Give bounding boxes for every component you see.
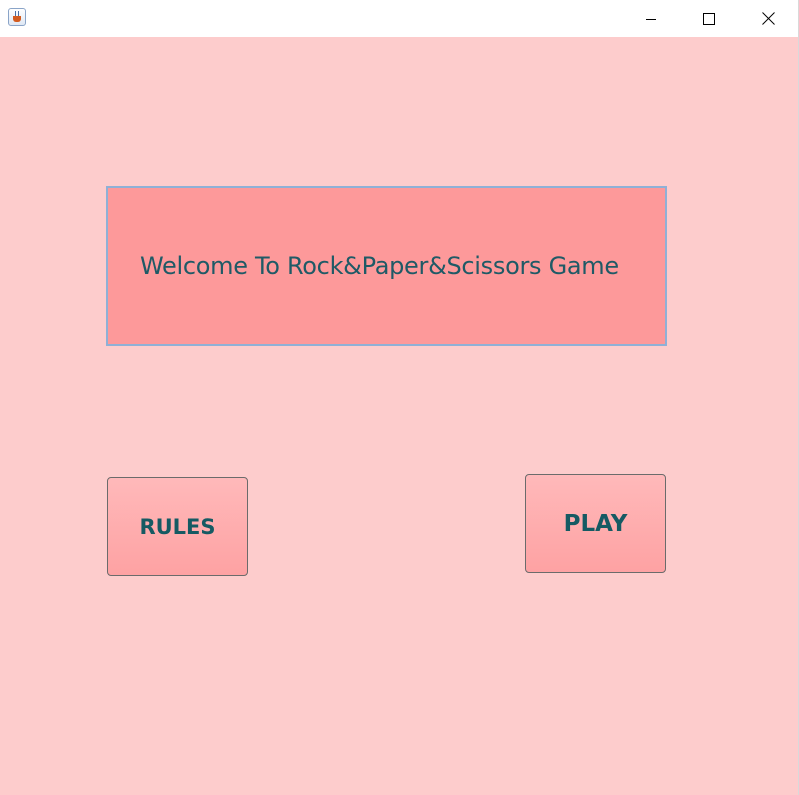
maximize-icon <box>703 12 715 25</box>
close-button[interactable] <box>739 0 797 37</box>
welcome-text: Welcome To Rock&Paper&Scissors Game <box>140 252 619 280</box>
minimize-icon <box>646 18 656 20</box>
maximize-button[interactable] <box>680 0 738 37</box>
minimize-button[interactable] <box>622 0 680 37</box>
title-bar[interactable] <box>0 0 798 37</box>
play-button[interactable]: PLAY <box>525 474 666 573</box>
game-menu-panel: Welcome To Rock&Paper&Scissors Game RULE… <box>0 37 798 795</box>
app-window: Welcome To Rock&Paper&Scissors Game RULE… <box>0 0 799 795</box>
java-cup-icon <box>13 16 21 22</box>
java-app-icon[interactable] <box>8 8 26 26</box>
rules-button[interactable]: RULES <box>107 477 248 576</box>
close-icon <box>761 12 775 25</box>
welcome-banner: Welcome To Rock&Paper&Scissors Game <box>106 186 667 346</box>
